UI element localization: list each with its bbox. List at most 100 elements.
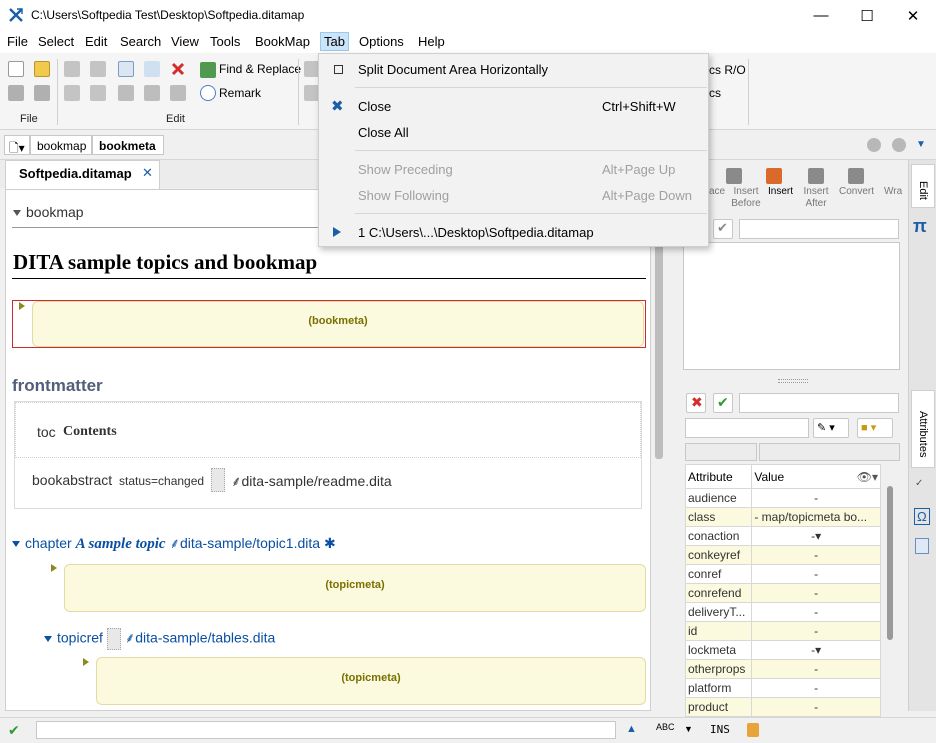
valid-check-icon[interactable]: ✔ [8,722,20,739]
minimize-button[interactable]: — [798,0,844,31]
insert-mode-indicator[interactable]: INS [710,723,730,736]
document-editor[interactable]: bookmap DITA sample topics and bookmap (… [5,189,651,711]
tab-edit[interactable]: Edit [911,164,935,208]
insert-after-button[interactable]: Insert After [801,186,831,210]
topicref-href[interactable]: ⸙dita-sample/tables.dita [125,630,276,646]
find-replace-button[interactable]: Find & Replace [219,62,301,76]
table-row[interactable]: conaction -▾ [684,526,881,546]
menu-edit[interactable]: Edit [85,34,107,49]
value-column-header[interactable]: Value 👁▾ [751,464,881,489]
gear-icon[interactable]: ✱ [324,535,336,551]
hidden-ribbon-label[interactable]: cs R/O [709,63,746,77]
undo-icon[interactable] [64,61,80,77]
tag-icon[interactable] [90,85,106,101]
new-file-icon[interactable] [8,61,24,77]
grip-handle[interactable] [211,468,225,492]
root-element-bookmap[interactable]: bookmap [13,204,84,220]
accept-attr-button[interactable]: ✔ [713,393,733,413]
menu-close[interactable]: ✖ Close Ctrl+Shift+W [319,95,708,119]
collapse-icon[interactable] [12,541,20,548]
table-row[interactable]: product - [684,697,881,717]
menu-split-horizontally[interactable]: Split Document Area Horizontally [319,58,708,82]
attributes-scrollbar-thumb[interactable] [887,486,893,640]
bookmeta-block[interactable]: (bookmeta) [32,301,644,347]
breadcrumb-bookmeta[interactable]: bookmeta [92,135,164,155]
topicmeta-block-2[interactable]: (topicmeta) [96,657,646,705]
save-icon[interactable] [8,85,24,101]
toc-value[interactable]: Contents [63,424,117,440]
forward-nav-icon[interactable] [892,138,906,152]
breadcrumb-bookmap[interactable]: bookmap [30,135,92,155]
replace-button[interactable]: ace [709,186,725,197]
menu-select[interactable]: Select [38,34,74,49]
table-row[interactable]: audience - [684,488,881,508]
expand-icon[interactable] [19,302,25,310]
bookabstract-href[interactable]: ⸙dita-sample/readme.dita [231,472,392,491]
expand-icon[interactable] [83,658,89,666]
back-nav-icon[interactable] [867,138,881,152]
paste-icon[interactable] [118,85,134,101]
table-row[interactable]: lockmeta -▾ [684,640,881,660]
chevron-down-icon[interactable]: ▼ [684,724,693,734]
lock-icon[interactable] [747,723,759,737]
chapter-title[interactable]: A sample topic [76,536,166,552]
menu-view[interactable]: View [171,34,199,49]
redo-icon[interactable] [90,61,106,77]
remark-button[interactable]: Remark [219,86,261,100]
menu-options[interactable]: Options [359,34,404,49]
table-row[interactable]: platform - [684,678,881,698]
insert-button[interactable]: Insert [768,186,793,197]
spellcheck-icon[interactable]: ✓ [915,478,923,489]
eye-icon[interactable]: 👁▾ [857,470,878,484]
menu-bookmap[interactable]: BookMap [255,34,310,49]
grip-handle[interactable] [106,628,121,650]
cut-icon[interactable] [144,61,160,77]
menu-file[interactable]: File [7,34,28,49]
tab-attributes[interactable]: Attributes [911,390,935,468]
splitter-grip[interactable] [778,379,808,383]
omega-icon[interactable]: Ω [914,508,930,525]
delete-icon[interactable] [170,61,186,77]
clipboard-icon[interactable] [170,85,186,101]
menu-search[interactable]: Search [120,34,161,49]
table-row[interactable]: conkeyref - [684,545,881,565]
table-row[interactable]: otherprops - [684,659,881,679]
menu-close-all[interactable]: Close All [319,121,708,145]
bookabstract-label[interactable]: bookabstract [32,472,112,488]
document-menu-button[interactable]: 🗋▾ [4,135,30,155]
convert-button[interactable]: Convert [839,186,874,197]
copy-icon[interactable] [118,61,134,77]
chapter-href[interactable]: ⸙dita-sample/topic1.dita [169,535,320,551]
expand-icon[interactable] [51,564,57,572]
table-row[interactable]: deliveryT... - [684,602,881,622]
table-row[interactable]: id - [684,621,881,641]
frontmatter-heading[interactable]: frontmatter [12,376,103,396]
close-tab-icon[interactable]: ✕ [142,165,153,181]
insert-before-button[interactable]: Insert Before [731,186,761,210]
toc-container[interactable]: toc Contents [15,402,641,458]
chapter-row[interactable]: chapter A sample topic ⸙dita-sample/topi… [12,534,336,553]
element-list[interactable] [683,242,900,370]
nav-dropdown-icon[interactable]: ▼ [916,139,926,150]
save-all-icon[interactable] [34,85,50,101]
menu-tab[interactable]: Tab [320,32,349,51]
table-row[interactable]: class - map/topicmeta bo... [684,507,881,527]
maximize-button[interactable]: ☐ [844,0,890,31]
topicmeta-block[interactable]: (topicmeta) [64,564,646,612]
attribute-name-input[interactable] [685,418,809,438]
wrap-button[interactable]: Wra [884,186,902,197]
document-title[interactable]: DITA sample topics and bookmap [13,250,317,275]
pi-icon[interactable]: π [913,216,927,237]
close-window-button[interactable]: ✕ [890,0,936,31]
edit-attribute-button[interactable]: ✎ ▾ [813,418,849,438]
reject-attr-button[interactable]: ✖ [686,393,706,413]
hidden-ribbon-label-2[interactable]: cs [709,86,721,100]
menu-recent-file[interactable]: 1 C:\Users\...\Desktop\Softpedia.ditamap [319,221,708,245]
open-folder-icon[interactable] [34,61,50,77]
history-icon[interactable] [64,85,80,101]
menu-help[interactable]: Help [418,34,445,49]
menu-tools[interactable]: Tools [210,34,240,49]
scroll-up-icon[interactable]: ▲ [626,723,637,735]
attribute-value-input[interactable] [739,393,899,413]
collapse-icon[interactable] [13,210,21,217]
